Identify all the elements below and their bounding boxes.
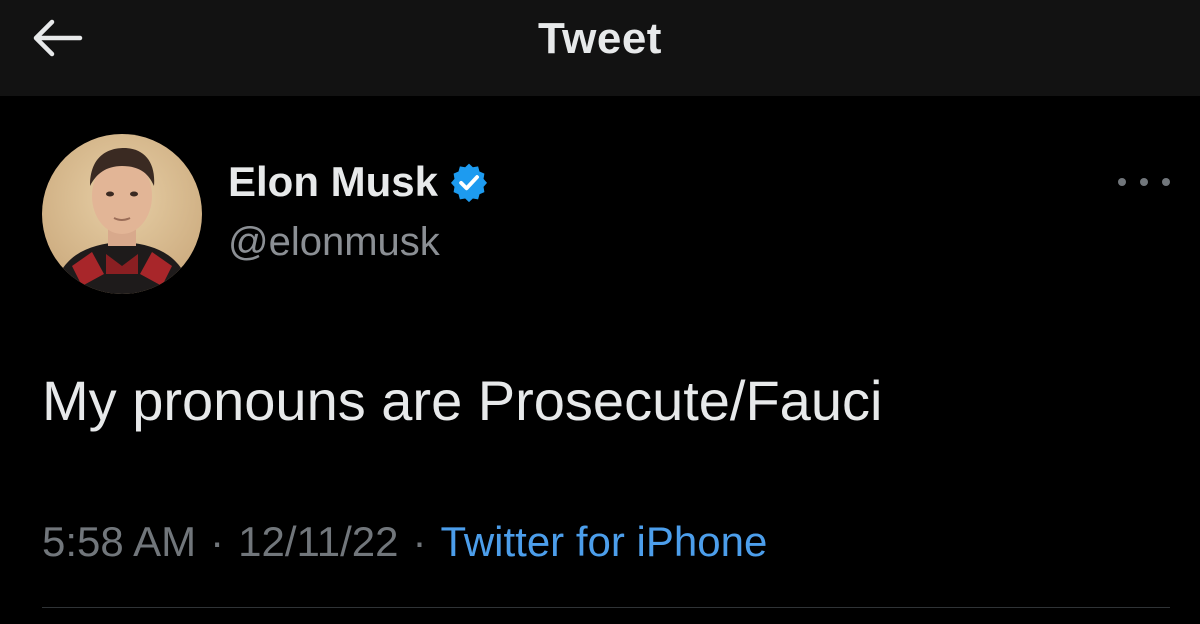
page-title: Tweet — [538, 14, 662, 63]
tweet-time[interactable]: 5:58 AM — [42, 518, 196, 566]
more-options-button[interactable] — [1118, 168, 1170, 196]
tweet-text: My pronouns are Prosecute/Fauci — [42, 369, 883, 432]
tweet-detail-page: Tweet Elon Musk @elonmusk My pronouns ar… — [0, 0, 1200, 624]
tweet-metadata: 5:58 AM · 12/11/22 · Twitter for iPhone — [42, 518, 767, 566]
avatar-photo — [42, 134, 202, 294]
metadata-separator: · — [412, 518, 427, 565]
more-horizontal-icon — [1140, 178, 1148, 186]
verified-badge-icon — [451, 163, 488, 203]
tweet-date[interactable]: 12/11/22 — [238, 518, 398, 566]
tweet-source-link[interactable]: Twitter for iPhone — [440, 518, 767, 566]
author-avatar[interactable] — [42, 134, 202, 294]
metadata-separator: · — [210, 518, 225, 565]
divider — [42, 607, 1170, 608]
author-handle[interactable]: @elonmusk — [228, 220, 440, 265]
more-horizontal-icon — [1162, 178, 1170, 186]
top-navigation-bar: Tweet — [0, 0, 1200, 96]
author-name[interactable]: Elon Musk — [228, 158, 438, 206]
author-name-row[interactable]: Elon Musk — [228, 158, 490, 206]
more-horizontal-icon — [1118, 178, 1126, 186]
